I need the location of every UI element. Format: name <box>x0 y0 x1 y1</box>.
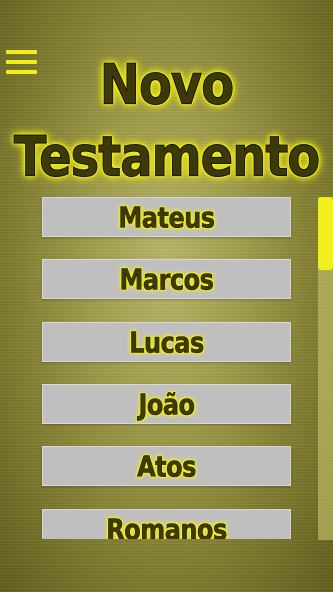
book-label: Mateus <box>118 201 215 235</box>
page-title-line1: Novo <box>99 52 234 118</box>
book-label: Marcos <box>119 263 214 297</box>
book-label: João <box>138 388 195 422</box>
book-button-lucas[interactable]: Lucas <box>42 322 291 362</box>
book-label: Lucas <box>129 326 205 360</box>
book-button-atos[interactable]: Atos <box>42 446 291 486</box>
page-title-line2: Testamento <box>13 124 321 190</box>
book-button-marcos[interactable]: Marcos <box>42 259 291 299</box>
scrollbar-track[interactable] <box>318 197 333 540</box>
book-button-mateus[interactable]: Mateus <box>42 197 291 237</box>
book-list[interactable]: Mateus Marcos Lucas João Atos Romanos <box>0 196 333 539</box>
book-button-joao[interactable]: João <box>42 384 291 424</box>
book-label: Romanos <box>106 513 228 539</box>
book-label: Atos <box>137 450 197 484</box>
book-button-romanos[interactable]: Romanos <box>42 509 291 539</box>
scrollbar-thumb[interactable] <box>318 197 333 270</box>
